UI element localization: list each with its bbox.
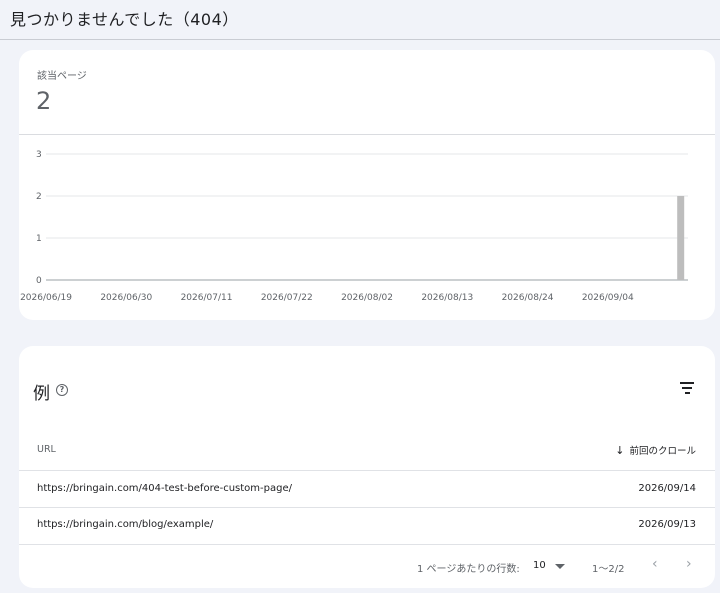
help-icon[interactable]: ? xyxy=(56,384,68,396)
row-date: 2026/09/13 xyxy=(638,519,696,530)
summary-chart-card: 該当ページ 2 0 1 2 3 2026/06/19 2026/06/30 2026/07/… xyxy=(19,50,715,320)
column-header-last-crawl[interactable]: ↓ 前回のクロール xyxy=(615,443,696,458)
filter-icon[interactable] xyxy=(679,382,695,394)
x-tick-label: 2026/07/22 xyxy=(261,293,313,303)
row-date: 2026/09/14 xyxy=(638,483,696,494)
rows-per-page-select[interactable]: 10 xyxy=(533,560,546,571)
column-header-last-crawl-label: 前回のクロール xyxy=(629,446,696,457)
page-header: 見つかりませんでした（404） xyxy=(0,0,720,40)
y-tick-label: 3 xyxy=(36,150,42,160)
divider xyxy=(19,544,715,545)
dropdown-arrow-icon[interactable] xyxy=(555,564,565,569)
chart-bar[interactable] xyxy=(677,196,685,280)
row-url[interactable]: https://bringain.com/404-test-before-cus… xyxy=(37,483,292,494)
bar-chart: 0 1 2 3 2026/06/19 2026/06/30 2026/07/11 2026/0… xyxy=(20,150,688,303)
y-tick-label: 1 xyxy=(36,234,42,244)
x-tick-label: 2026/09/04 xyxy=(582,293,634,303)
column-header-url[interactable]: URL xyxy=(37,444,56,455)
page-title: 見つかりませんでした（404） xyxy=(10,10,239,29)
x-tick-label: 2026/06/30 xyxy=(100,293,152,303)
next-page-icon[interactable]: › xyxy=(686,556,692,572)
y-tick-label: 2 xyxy=(36,192,42,202)
prev-page-icon[interactable]: ‹ xyxy=(652,556,658,572)
divider xyxy=(19,507,715,508)
divider xyxy=(19,470,715,471)
x-tick-label: 2026/08/24 xyxy=(502,293,554,303)
examples-title: 例 xyxy=(33,384,50,404)
x-tick-label: 2026/07/11 xyxy=(181,293,233,303)
examples-card: 例 ? URL ↓ 前回のクロール https://bringain.com/4… xyxy=(19,346,715,588)
summary-value: 2 xyxy=(36,87,52,115)
x-tick-label: 2026/08/02 xyxy=(341,293,393,303)
row-url[interactable]: https://bringain.com/blog/example/ xyxy=(37,519,213,530)
y-tick-label: 0 xyxy=(36,276,42,286)
summary-label: 該当ページ xyxy=(37,71,87,82)
rows-per-page-label: 1 ページあたりの行数: xyxy=(417,564,520,575)
sort-arrow-down-icon: ↓ xyxy=(615,443,625,457)
x-tick-label: 2026/08/13 xyxy=(421,293,473,303)
pagination-range: 1〜2/2 xyxy=(592,564,625,575)
x-tick-label: 2026/06/19 xyxy=(20,293,72,303)
